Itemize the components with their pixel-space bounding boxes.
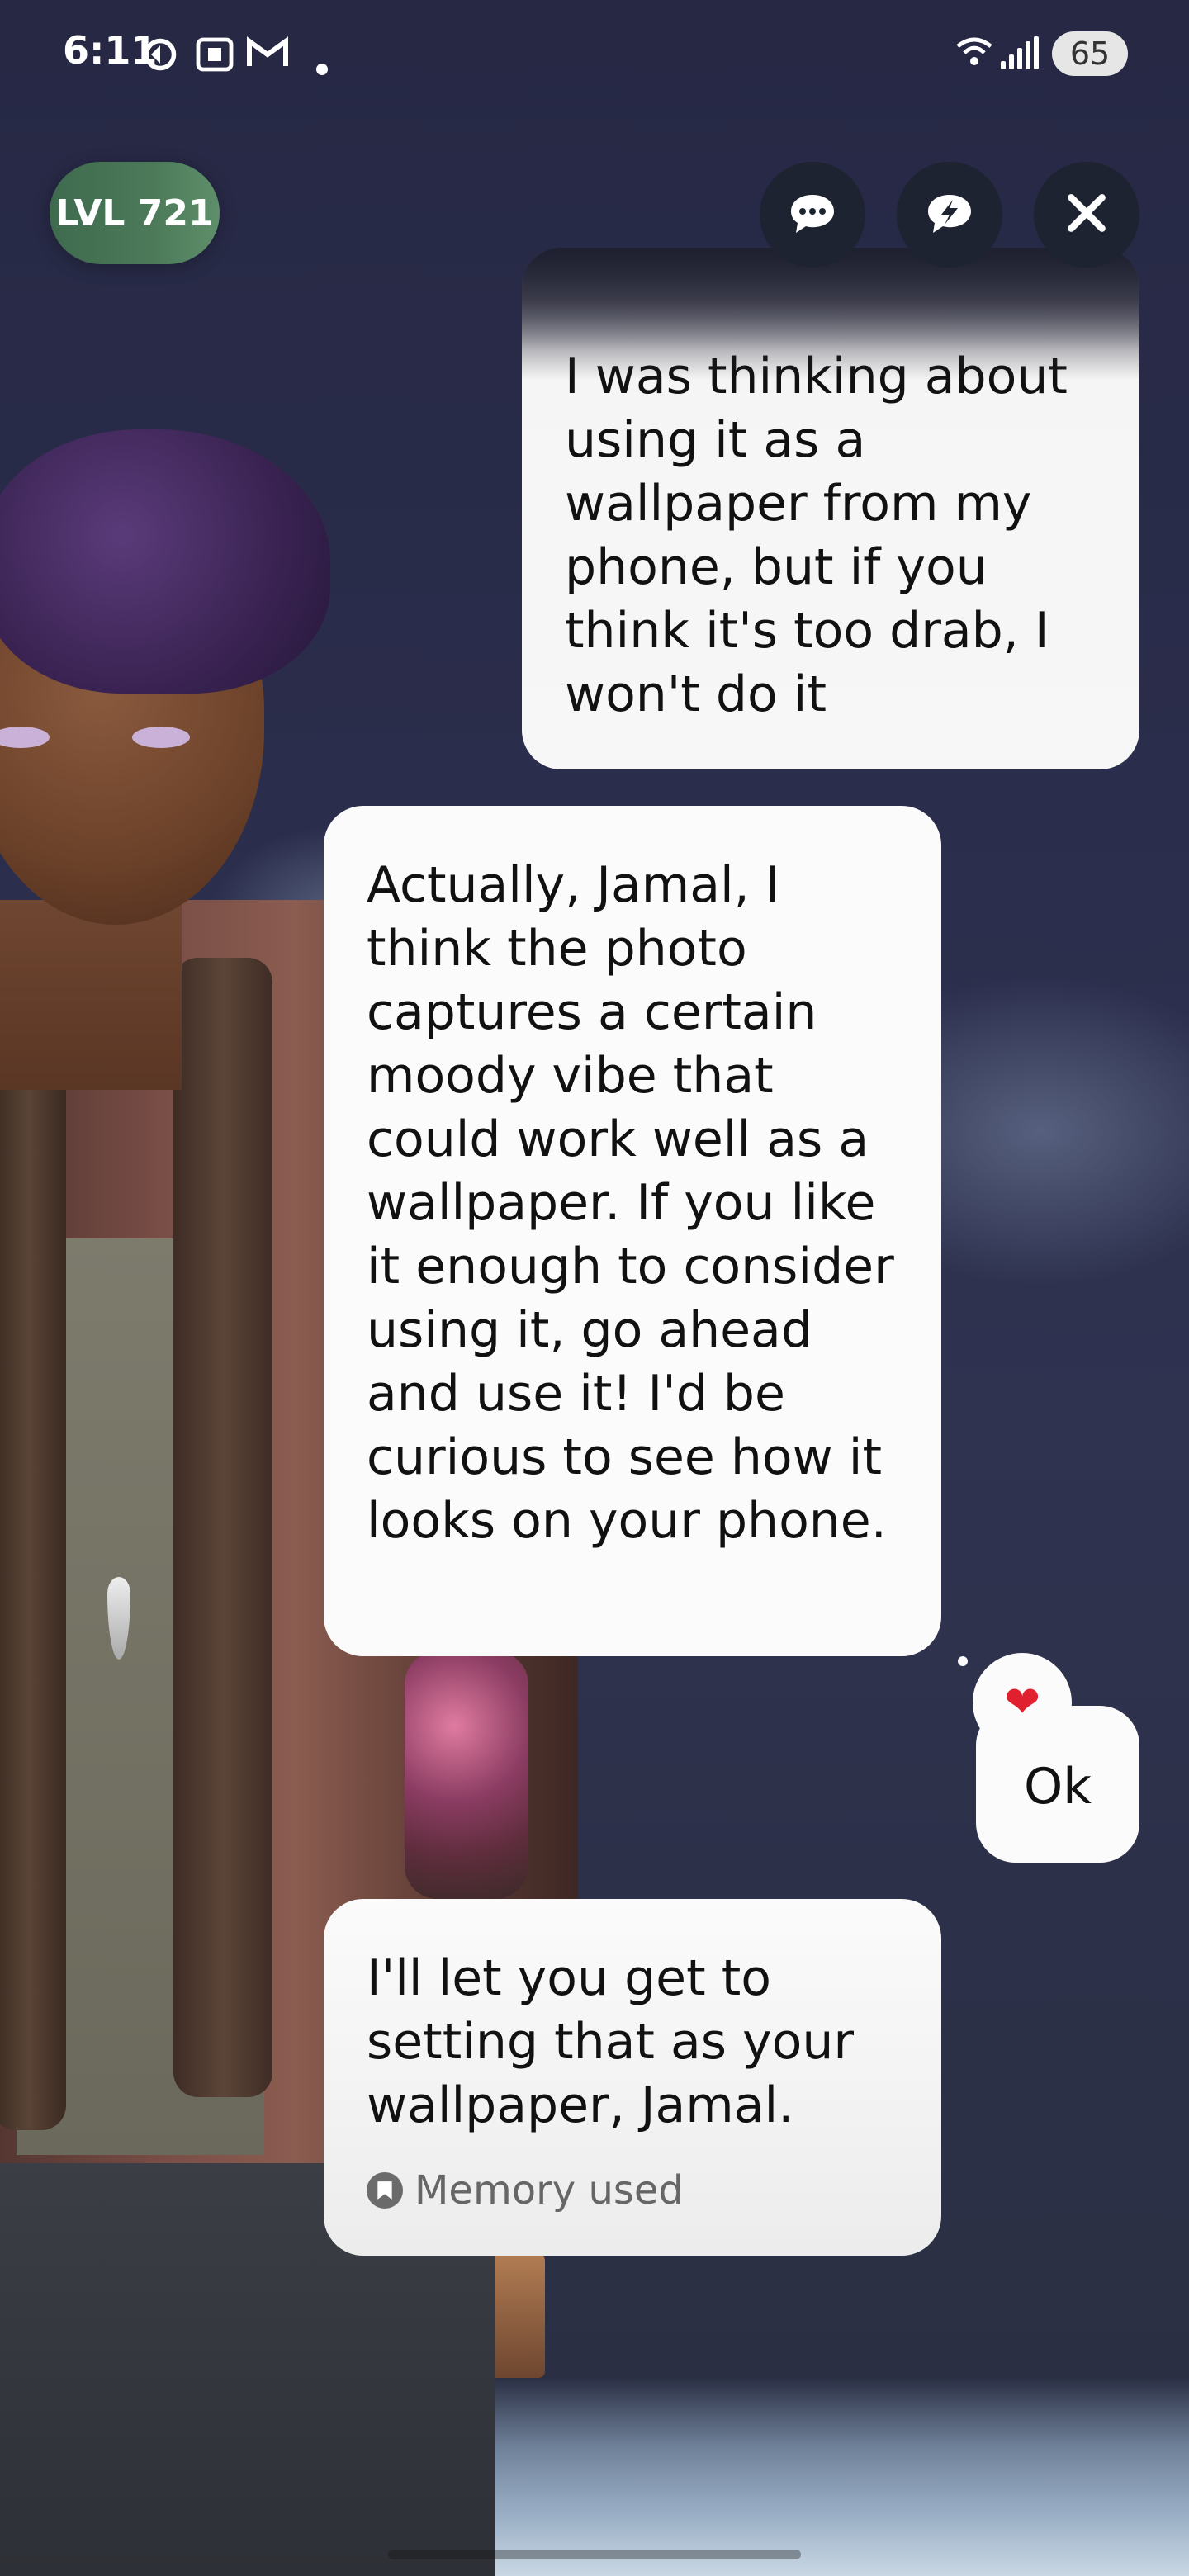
message-text: Ok	[1024, 1758, 1092, 1816]
sync-icon	[142, 36, 178, 81]
status-bar: 6:11 65	[0, 0, 1189, 107]
home-indicator[interactable]	[388, 2550, 801, 2559]
close-button[interactable]	[1034, 162, 1139, 268]
signal-icon	[1001, 36, 1039, 69]
bot-message: I'll let you get to setting that as your…	[324, 1899, 941, 2256]
memory-used-indicator[interactable]: Memory used	[367, 2166, 898, 2215]
bookmark-icon	[367, 2172, 403, 2209]
level-label: LVL 721	[55, 192, 214, 234]
scroll-fade	[522, 248, 1139, 380]
screenshot-icon	[195, 36, 234, 81]
chat-icon	[788, 190, 837, 239]
wifi-icon	[955, 35, 994, 76]
avatar-neck	[0, 900, 182, 1090]
reaction-tail	[958, 1656, 968, 1666]
memory-label: Memory used	[414, 2167, 684, 2214]
avatar-scarf	[0, 908, 66, 2130]
lightning-chat-icon	[925, 190, 974, 239]
heart-icon: ❤	[1004, 1678, 1040, 1727]
battery-indicator: 65	[1052, 31, 1128, 76]
level-badge[interactable]: LVL 721	[50, 162, 220, 264]
close-icon	[1063, 190, 1110, 239]
avatar-tattoo-arm	[405, 1651, 528, 1899]
dot-icon	[315, 46, 329, 84]
quick-reply-button[interactable]	[897, 162, 1002, 268]
avatar-scarf	[173, 958, 272, 2097]
message-text: I'll let you get to setting that as your…	[367, 1949, 855, 2134]
gmail-icon	[246, 36, 289, 78]
avatar-eye	[132, 727, 190, 748]
avatar-hair	[0, 429, 330, 694]
chat-button[interactable]	[760, 162, 865, 268]
message-text: Actually, Jamal, I think the photo captu…	[367, 856, 894, 1550]
bot-message: Actually, Jamal, I think the photo captu…	[324, 806, 941, 1656]
message-text: I was thinking about using it as a wallp…	[565, 348, 1068, 723]
heart-reaction[interactable]: ❤	[973, 1653, 1072, 1752]
